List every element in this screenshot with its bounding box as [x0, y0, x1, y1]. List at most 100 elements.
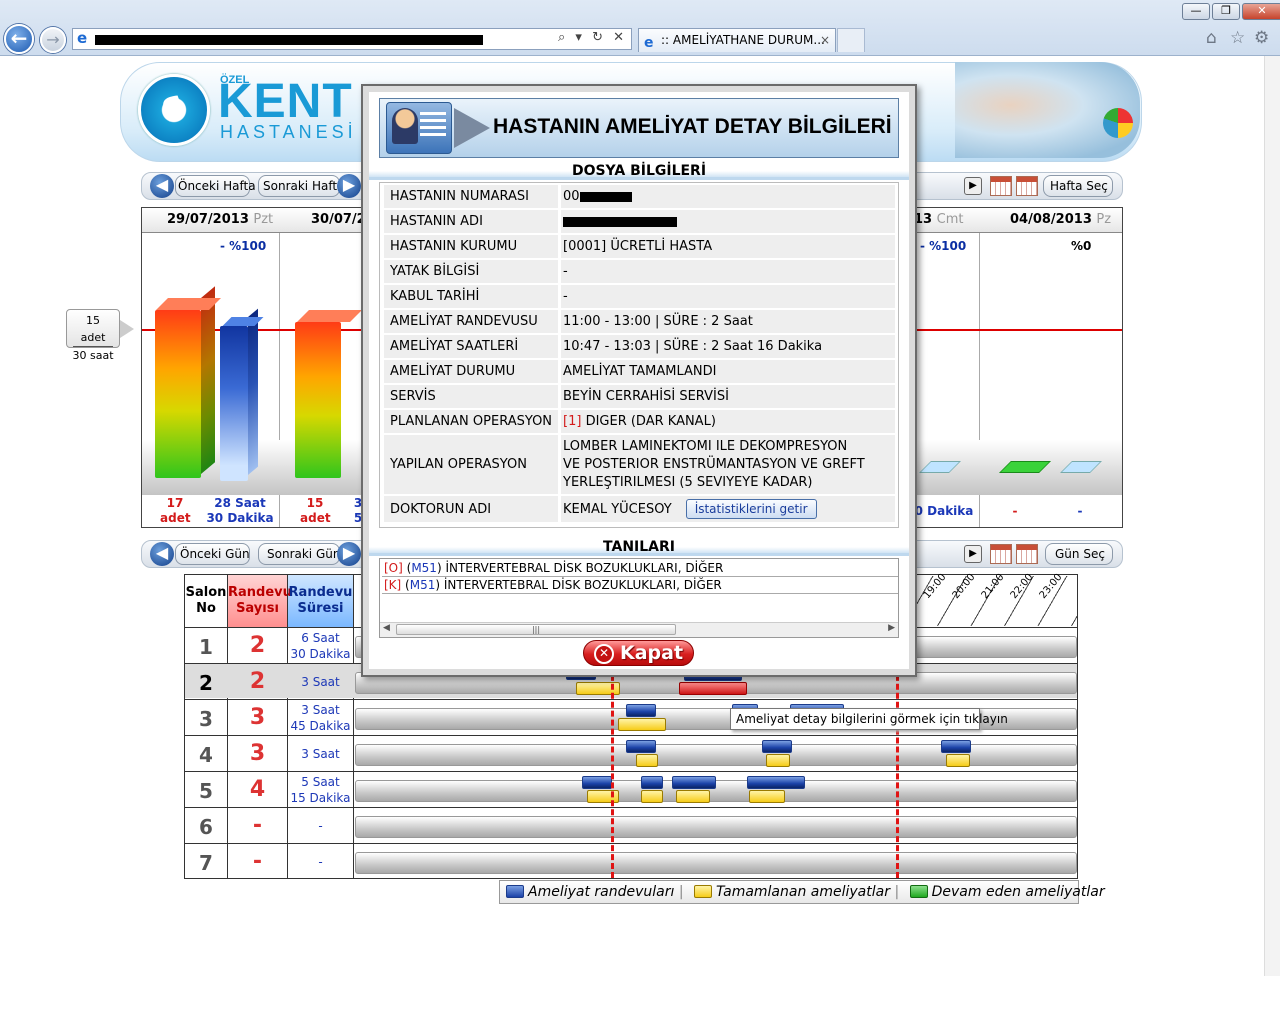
timeline-track[interactable] [355, 852, 1077, 874]
planned-surgery-block[interactable] [941, 740, 971, 753]
address-tools[interactable]: ⌕ ▾ ↻ ✕ [558, 30, 627, 45]
planned-surgery-block[interactable] [626, 704, 656, 717]
scrollbar-thumb[interactable]: ||| [396, 624, 676, 635]
planned-surgery-block[interactable] [762, 740, 792, 753]
count-bar[interactable] [295, 322, 341, 478]
info-row-planned-op: PLANLANAN OPERASYON [1] DIGER (DAR KANAL) [384, 410, 895, 435]
pie-chart-icon [1103, 108, 1133, 138]
ongoing-legend-label: Devam eden ameliyatlar [931, 884, 1105, 900]
duration-bar-side [248, 308, 258, 475]
day-count-stat: 15 adet [300, 496, 331, 526]
planned-surgery-block[interactable] [641, 776, 663, 789]
completed-surgery-block[interactable] [636, 754, 658, 767]
prev-week-button[interactable]: Önceki Hafta [175, 175, 256, 197]
completed-surgery-block[interactable] [618, 718, 666, 731]
info-value: - [563, 289, 568, 304]
day-date: 13 Cmt [914, 208, 963, 232]
redacted-text [563, 216, 677, 227]
close-x-icon[interactable]: ✕ [594, 644, 614, 664]
completed-surgery-block[interactable] [641, 790, 663, 803]
scroll-right-icon[interactable]: ▶ [888, 623, 895, 633]
count-unit: adet [300, 511, 331, 525]
new-tab-button[interactable] [837, 28, 865, 52]
duration-minutes: 30 Dakika [206, 511, 274, 525]
address-bar[interactable]: e ⌕ ▾ ↻ ✕ [72, 28, 632, 50]
count-unit: adet [160, 511, 191, 525]
duration-hours: 28 Saat [214, 496, 266, 510]
info-row-patient-no: HASTANIN NUMARASI 00 [384, 185, 895, 210]
timeline-track[interactable] [355, 816, 1077, 838]
info-value: - [563, 264, 568, 279]
op-code: [1] [563, 414, 582, 429]
count-bar[interactable] [155, 310, 201, 478]
planned-surgery-block[interactable] [747, 776, 805, 789]
ie-page-icon: e [77, 29, 88, 47]
diagnosis-row: [O] (M51) İNTERVERTEBRAL DİSK BOZUKLUKLA… [382, 560, 898, 577]
active-surgery-block[interactable] [679, 682, 747, 695]
favorites-star-icon[interactable]: ☆ [1230, 28, 1245, 48]
play-icon[interactable]: ▶ [964, 177, 982, 195]
info-label: HASTANIN NUMARASI [390, 189, 529, 204]
duration-bar[interactable] [220, 326, 248, 481]
next-week-arrow-icon[interactable]: ▶ [337, 174, 361, 198]
duration-minutes: 15 Dakika [290, 791, 351, 805]
ie-tab-icon: e [644, 35, 654, 51]
appointment-duration: - [318, 819, 323, 833]
scroll-left-icon[interactable]: ◀ [383, 623, 390, 633]
info-row-status: AMELİYAT DURUMU AMELİYAT TAMAMLANDI [384, 360, 895, 385]
info-row-hours: AMELİYAT SAATLERİ 10:47 - 13:03 | SÜRE : … [384, 335, 895, 360]
info-row-service: SERVİS BEYİN CERRAHİSİ SERVİSİ [384, 385, 895, 410]
page-scrollbar[interactable] [1264, 56, 1280, 976]
calendar-icon[interactable] [1016, 544, 1038, 564]
timeline-track[interactable] [355, 780, 1077, 802]
planned-surgery-block[interactable] [672, 776, 716, 789]
play-icon[interactable]: ▶ [964, 545, 982, 563]
logo-kent: KENT [218, 75, 353, 128]
forward-arrow-icon[interactable]: → [40, 27, 66, 53]
next-week-button[interactable]: Sonraki Hafta [258, 175, 344, 197]
planned-surgery-block[interactable] [626, 740, 656, 753]
info-label: SERVİS [390, 389, 436, 404]
appointment-duration: - [318, 855, 323, 869]
next-day-button[interactable]: Sonraki Gün [258, 543, 340, 565]
done-legend-label: Tamamlanan ameliyatlar [716, 884, 890, 900]
tab-ameliyathane[interactable]: e :: AMELİYATHANE DURUM... × [638, 28, 836, 52]
day-date-text: 29/07/2013 [167, 212, 249, 227]
diagnosis-row: [K] (M51) İNTERVERTEBRAL DİSK BOZUKLUKLA… [382, 577, 898, 594]
completed-surgery-block[interactable] [749, 790, 785, 803]
prev-week-arrow-icon[interactable]: ◀ [150, 174, 174, 198]
window-close-button[interactable]: ✕ [1242, 3, 1280, 20]
completed-surgery-block[interactable] [766, 754, 790, 767]
next-day-arrow-icon[interactable]: ▶ [337, 542, 361, 566]
tab-close-icon[interactable]: × [820, 29, 830, 52]
patient-no-prefix: 00 [563, 189, 580, 204]
settings-gear-icon[interactable]: ⚙ [1254, 28, 1269, 48]
calendar-icon[interactable] [990, 176, 1012, 196]
prev-day-button[interactable]: Önceki Gün [175, 543, 250, 565]
info-row-bed: YATAK BİLGİSİ - [384, 260, 895, 285]
logo-hastanesi: HASTANESİ [220, 122, 357, 142]
pick-day-button[interactable]: Gün Seç [1045, 543, 1113, 565]
minimize-button[interactable]: — [1182, 3, 1210, 20]
day-of-week: Pz [1096, 212, 1112, 227]
occupancy-percent: - %100 [920, 239, 967, 253]
diagnoses-section-title: TANILARI [369, 538, 909, 556]
diagnosis-type: [O] [384, 561, 403, 575]
planned-surgery-block[interactable] [582, 776, 612, 789]
maximize-button[interactable]: ❐ [1212, 3, 1240, 20]
pick-week-button[interactable]: Hafta Seç [1043, 175, 1113, 197]
info-label: PLANLANAN OPERASYON [390, 414, 553, 429]
info-row-doctor: DOKTORUN ADI KEMAL YÜCESOY İstatistiklerin… [384, 496, 895, 524]
doctor-stats-button[interactable]: İstatistiklerini getir [685, 499, 817, 519]
salon-number: 6 [199, 815, 213, 839]
info-value: [1] DIGER (DAR KANAL) [563, 410, 895, 433]
appointment-count: - [252, 813, 263, 838]
back-arrow-icon[interactable]: ← [4, 24, 34, 54]
completed-surgery-block[interactable] [676, 790, 710, 803]
completed-surgery-block[interactable] [946, 754, 970, 767]
prev-day-arrow-icon[interactable]: ◀ [150, 542, 174, 566]
calendar-icon[interactable] [990, 544, 1012, 564]
home-icon[interactable]: ⌂ [1206, 28, 1217, 48]
completed-surgery-block[interactable] [587, 790, 619, 803]
calendar-icon[interactable] [1016, 176, 1038, 196]
